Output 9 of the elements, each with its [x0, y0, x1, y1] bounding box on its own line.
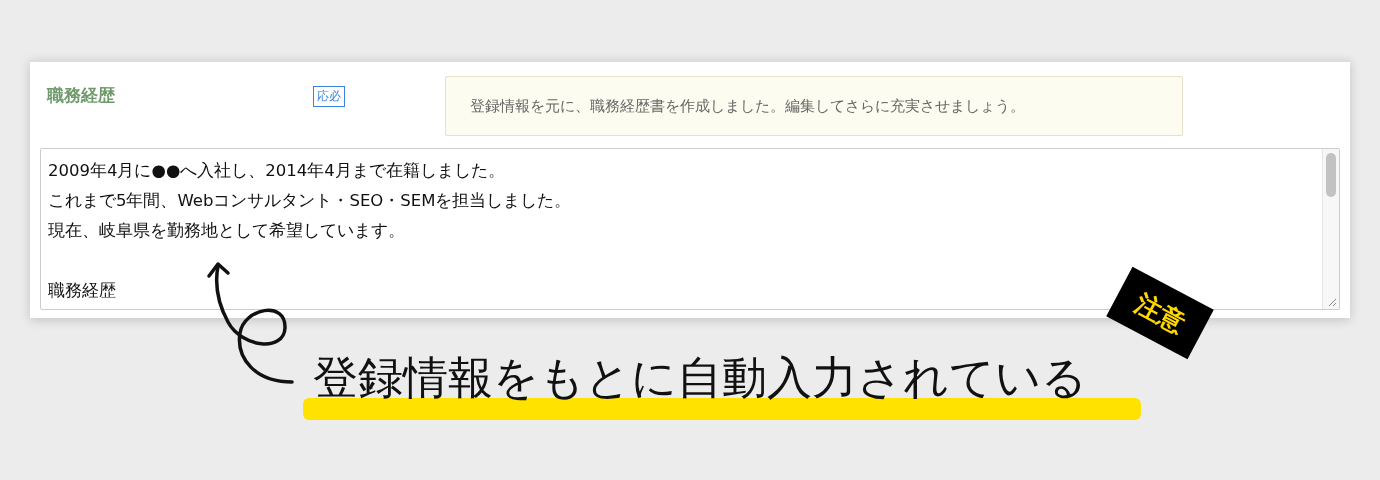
text-line: 2009年4月に●●へ入社し、2014年4月まで在籍しました。	[48, 161, 505, 180]
scrollbar-thumb[interactable]	[1326, 153, 1336, 197]
notice-message: 登録情報を元に、職務経歴書を作成しました。編集してさらに充実させましょう。	[445, 76, 1183, 136]
text-line: 職務経歴	[48, 281, 116, 300]
text-line: 現在、岐阜県を勤務地として希望しています。	[48, 221, 405, 240]
required-badge: 応必	[313, 86, 345, 107]
resize-grip-icon[interactable]	[1327, 297, 1337, 307]
text-line: これまで5年間、Webコンサルタント・SEO・SEMを担当しました。	[48, 191, 572, 210]
section-title: 職務経歴	[47, 84, 116, 107]
